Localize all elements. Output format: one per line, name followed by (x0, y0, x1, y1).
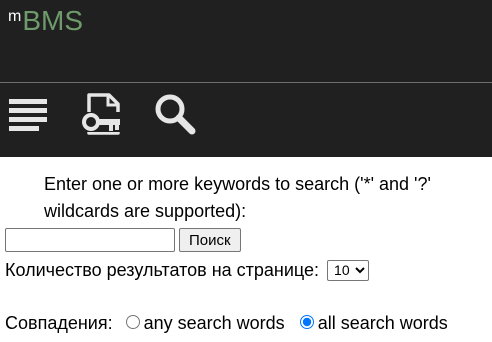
match-any-radio[interactable] (125, 315, 140, 329)
menu-icon (9, 99, 47, 131)
top-bar: mBMS (0, 0, 492, 82)
results-per-page-label: Количество результатов на странице: (5, 260, 320, 280)
search-row: Поиск (5, 228, 241, 252)
toolbar (0, 83, 492, 157)
search-tool-button[interactable] (153, 92, 197, 136)
document-key-icon (82, 93, 123, 135)
match-all-label: all search words (317, 313, 448, 333)
match-mode-label: Совпадения: (5, 313, 113, 333)
app-logo[interactable]: mBMS (8, 4, 83, 43)
match-all-option[interactable]: all search words (299, 311, 448, 335)
search-button[interactable]: Поиск (179, 228, 241, 252)
logo-text: BMS (22, 5, 84, 36)
search-input[interactable] (5, 228, 175, 252)
match-any-option[interactable]: any search words (125, 311, 285, 335)
menu-button[interactable] (6, 92, 50, 136)
search-icon (155, 94, 196, 135)
results-per-page-select[interactable]: 10 (327, 259, 370, 281)
document-key-button[interactable] (80, 92, 124, 136)
match-any-label: any search words (143, 313, 285, 333)
match-all-radio[interactable] (299, 315, 314, 329)
search-instructions: Enter one or more keywords to search ('*… (44, 174, 431, 221)
logo-prefix: m (8, 8, 22, 25)
results-per-page-row: Количество результатов на странице: 10 (5, 258, 370, 282)
match-mode-row: Совпадения: any search words all search … (5, 311, 448, 335)
